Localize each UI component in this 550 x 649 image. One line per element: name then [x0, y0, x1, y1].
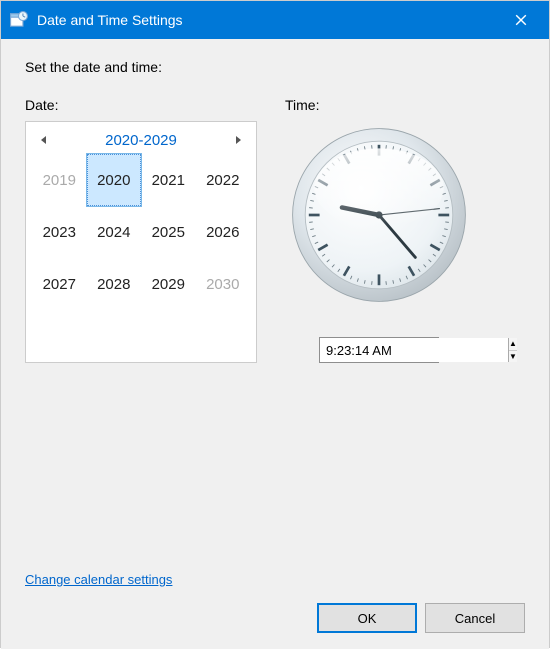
- calendar-year-2023[interactable]: 2023: [32, 206, 87, 258]
- dialog-content: Set the date and time: Date: Time: 2020-…: [1, 39, 549, 649]
- calendar-year-2027[interactable]: 2027: [32, 258, 87, 310]
- calendar: 2020-2029 201920202021202220232024202520…: [25, 121, 257, 363]
- close-icon: [515, 14, 527, 26]
- time-up-button[interactable]: ▲: [509, 338, 517, 351]
- calendar-year-2025[interactable]: 2025: [141, 206, 196, 258]
- time-label: Time:: [285, 97, 525, 113]
- cancel-button[interactable]: Cancel: [425, 603, 525, 633]
- time-spinner-buttons: ▲ ▼: [508, 338, 517, 362]
- calendar-year-2026[interactable]: 2026: [196, 206, 251, 258]
- time-down-button[interactable]: ▼: [509, 351, 517, 363]
- app-icon: [9, 10, 29, 30]
- calendar-year-2024[interactable]: 2024: [87, 206, 142, 258]
- heading: Set the date and time:: [25, 59, 525, 75]
- controls-row: 2020-2029 201920202021202220232024202520…: [25, 121, 525, 363]
- calendar-year-2019[interactable]: 2019: [32, 154, 87, 206]
- time-panel: ▲ ▼: [289, 121, 469, 363]
- calendar-year-2029[interactable]: 2029: [141, 258, 196, 310]
- calendar-settings-link[interactable]: Change calendar settings: [25, 572, 525, 587]
- title-bar: Date and Time Settings: [1, 1, 549, 39]
- calendar-next-button[interactable]: [226, 128, 250, 152]
- calendar-year-2021[interactable]: 2021: [141, 154, 196, 206]
- ok-button[interactable]: OK: [317, 603, 417, 633]
- calendar-range-title[interactable]: 2020-2029: [56, 132, 226, 149]
- close-button[interactable]: [499, 1, 543, 39]
- calendar-year-2020[interactable]: 2020: [87, 154, 142, 206]
- calendar-grid: 2019202020212022 2023202420252026 20272028…: [32, 154, 250, 310]
- calendar-year-2028[interactable]: 2028: [87, 258, 142, 310]
- calendar-year-2022[interactable]: 2022: [196, 154, 251, 206]
- chevron-right-icon: [234, 135, 242, 145]
- date-label: Date:: [25, 97, 285, 113]
- time-spinner: ▲ ▼: [319, 337, 439, 363]
- chevron-left-icon: [40, 135, 48, 145]
- calendar-header: 2020-2029: [32, 126, 250, 154]
- analog-clock: [289, 125, 469, 305]
- window-title: Date and Time Settings: [37, 12, 499, 28]
- spacer: [25, 363, 525, 572]
- calendar-year-2030[interactable]: 2030: [196, 258, 251, 310]
- time-input[interactable]: [320, 338, 508, 362]
- calendar-prev-button[interactable]: [32, 128, 56, 152]
- labels-row: Date: Time:: [25, 97, 525, 113]
- dialog-buttons: OK Cancel: [25, 603, 525, 633]
